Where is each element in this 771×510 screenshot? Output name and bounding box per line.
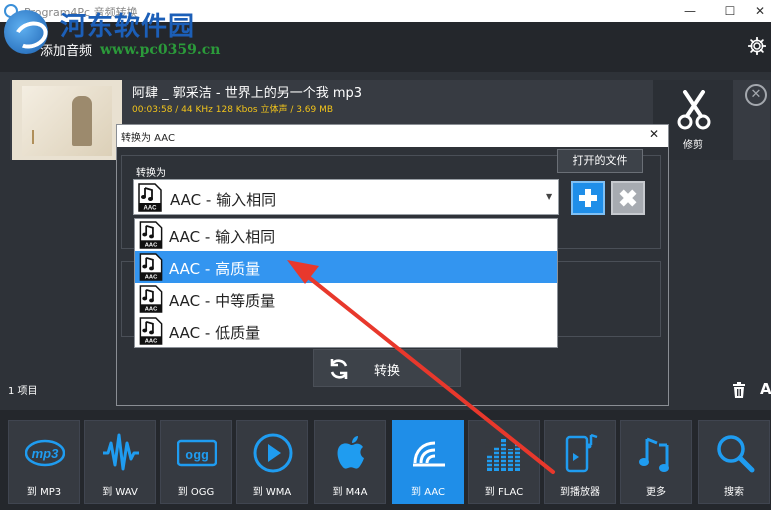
preset-select-value: AAC - 输入相同 xyxy=(170,191,277,209)
watermark-name: 河东软件园 xyxy=(60,12,196,42)
watermark-globe-icon xyxy=(4,10,48,54)
dropdown-option-low-quality[interactable]: AAC AAC - 低质量 xyxy=(135,315,557,347)
to-wav-label: 到 WAV xyxy=(102,487,138,498)
svg-text:AAC: AAC xyxy=(145,275,158,281)
format-bar: mp3 到 MP3 到 WAV ogg 到 OGG 到 WMA 到 M4A 到 … xyxy=(0,410,771,510)
open-file-button[interactable]: 打开的文件 xyxy=(557,149,643,173)
to-aac-button[interactable]: 到 AAC xyxy=(392,420,464,504)
dropdown-option-label: AAC - 输入相同 xyxy=(169,228,276,246)
track-title: 阿肆 _ 郭采洁 - 世界上的另一个我 mp3 xyxy=(132,86,363,101)
search-icon xyxy=(717,435,755,473)
dropdown-option-label: AAC - 低质量 xyxy=(169,324,261,342)
music-notes-icon xyxy=(639,437,669,472)
aac-file-icon: AAC xyxy=(138,183,162,212)
window-close-button[interactable]: ✕ xyxy=(750,2,770,20)
gear-icon[interactable] xyxy=(748,37,766,55)
preset-select[interactable]: AAC AAC - 输入相同 ▼ xyxy=(133,179,559,215)
to-m4a-button[interactable]: 到 M4A xyxy=(314,420,386,504)
to-player-button[interactable]: 到播放器 xyxy=(544,420,616,504)
to-ogg-button[interactable]: ogg 到 OGG xyxy=(160,420,232,504)
album-art xyxy=(22,86,112,156)
album-art-figure xyxy=(72,96,92,146)
add-preset-button[interactable] xyxy=(571,181,605,215)
dialog-titlebar: 转换为 AAC ✕ xyxy=(117,125,668,147)
to-wma-button[interactable]: 到 WMA xyxy=(236,420,308,504)
chevron-down-icon: ▼ xyxy=(546,192,553,201)
dropdown-option-high-quality[interactable]: AAC AAC - 高质量 xyxy=(135,251,557,283)
minimize-button[interactable]: — xyxy=(680,2,700,20)
track-meta: 00:03:58 / 44 KHz 128 Kbos 立体声 / 3.69 MB xyxy=(132,105,334,115)
dropdown-option-medium-quality[interactable]: AAC AAC - 中等质量 xyxy=(135,283,557,315)
search-button[interactable]: 搜索 xyxy=(698,420,770,504)
aac-file-icon: AAC xyxy=(139,285,163,313)
dropdown-option-label: AAC - 高质量 xyxy=(169,260,261,278)
watermark-logo: 河东软件园 www.pc0359.cn xyxy=(4,4,220,64)
refresh-icon xyxy=(330,359,348,379)
aac-file-icon: AAC xyxy=(139,221,163,249)
extra-button-label[interactable]: A xyxy=(760,380,771,398)
apple-icon xyxy=(337,436,364,469)
more-button[interactable]: 更多 xyxy=(620,420,692,504)
more-label: 更多 xyxy=(646,487,666,498)
watermark-url: www.pc0359.cn xyxy=(100,42,221,58)
play-icon xyxy=(253,433,293,473)
dropdown-option-same-as-input[interactable]: AAC AAC - 输入相同 xyxy=(135,219,557,251)
svg-text:mp3: mp3 xyxy=(32,446,60,461)
convert-label: 转换 xyxy=(374,364,401,379)
item-count: 1 项目 xyxy=(8,386,38,397)
mp3-icon: mp3 xyxy=(25,439,65,467)
aac-file-icon: AAC xyxy=(139,317,163,345)
to-player-label: 到播放器 xyxy=(560,487,600,498)
to-flac-button[interactable]: 到 FLAC xyxy=(468,420,540,504)
to-aac-label: 到 AAC xyxy=(411,487,445,498)
album-thumbnail xyxy=(12,80,122,160)
dialog-title: 转换为 AAC xyxy=(121,133,175,144)
scissors-icon xyxy=(677,90,711,130)
phone-music-icon xyxy=(565,433,598,473)
main-window: Program4Pc 音频转换 — ☐ ✕ 添加音频 河东软件园 www.pc0… xyxy=(0,0,771,510)
maximize-button[interactable]: ☐ xyxy=(720,2,740,20)
to-wav-button[interactable]: 到 WAV xyxy=(84,420,156,504)
svg-text:ogg: ogg xyxy=(185,448,209,463)
album-art-text xyxy=(32,130,52,144)
waveform-icon xyxy=(103,433,139,471)
trash-icon[interactable] xyxy=(732,382,746,398)
to-mp3-button[interactable]: mp3 到 MP3 xyxy=(8,420,80,504)
to-flac-label: 到 FLAC xyxy=(484,487,524,498)
aac-file-icon: AAC xyxy=(139,253,163,281)
aac-waves-icon xyxy=(413,441,445,467)
svg-text:AAC: AAC xyxy=(144,206,158,212)
dialog-close-button[interactable]: ✕ xyxy=(649,127,659,141)
dropdown-option-label: AAC - 中等质量 xyxy=(169,292,276,310)
to-wma-label: 到 WMA xyxy=(252,487,292,498)
ogg-icon: ogg xyxy=(177,439,217,467)
delete-preset-button[interactable] xyxy=(611,181,645,215)
equalizer-icon xyxy=(485,439,525,471)
to-mp3-label: 到 MP3 xyxy=(26,487,62,498)
svg-text:AAC: AAC xyxy=(145,307,158,313)
convert-button[interactable]: 转换 xyxy=(313,349,461,387)
plus-icon-stroke xyxy=(585,189,591,207)
preset-dropdown-list: AAC AAC - 输入相同 AAC AAC - 高质量 AAC AAC - 中… xyxy=(134,218,558,348)
svg-text:AAC: AAC xyxy=(145,339,158,345)
convert-to-label: 转换为 xyxy=(136,168,166,179)
svg-text:AAC: AAC xyxy=(145,243,158,249)
to-m4a-label: 到 M4A xyxy=(332,487,368,498)
remove-track-button[interactable]: ✕ xyxy=(745,84,767,106)
to-ogg-label: 到 OGG xyxy=(177,487,215,498)
search-label: 搜索 xyxy=(724,487,744,498)
